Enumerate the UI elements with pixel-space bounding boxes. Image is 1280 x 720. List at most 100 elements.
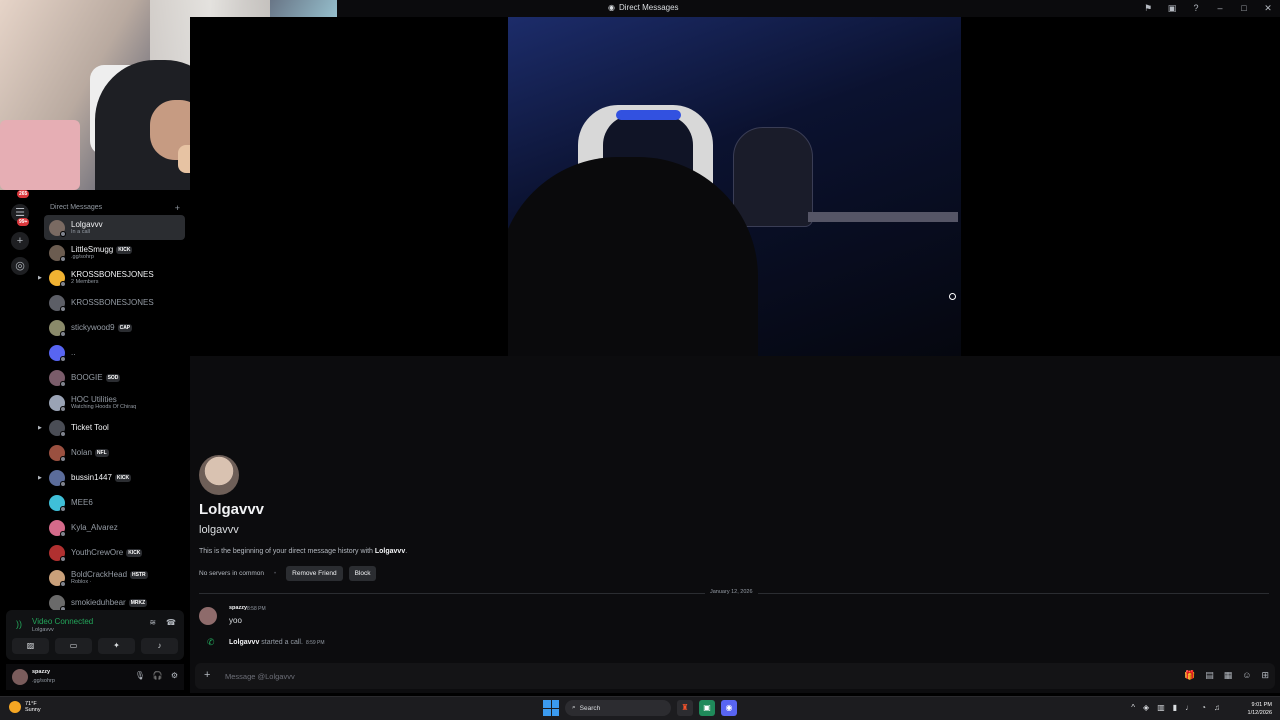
brave-browser-icon[interactable]: ♜ <box>677 700 693 716</box>
dm-avatar <box>49 444 66 462</box>
dm-subtext: .gg/sohrp <box>71 254 94 260</box>
gift-icon[interactable]: 🎁 <box>1184 670 1195 681</box>
dm-list-item[interactable]: ▶ KROSSBONESJONES 2 Members <box>38 265 185 290</box>
dm-avatar <box>49 494 66 512</box>
remote-video-feed[interactable] <box>508 17 961 356</box>
tray-app-icon[interactable]: ◈ <box>1143 703 1149 712</box>
video-shelf <box>808 212 958 222</box>
dm-text: bussin1447 KICK <box>71 473 132 482</box>
dm-name-row: smokieduhbear MRKZ <box>71 598 148 607</box>
disconnect-icon[interactable]: ☎ <box>166 618 176 627</box>
dm-name: stickywood9 <box>71 323 115 332</box>
dm-list-item[interactable]: .. <box>44 340 185 365</box>
soundboard-icon[interactable]: ♪ <box>141 638 178 654</box>
share-screen-icon[interactable]: ▭ <box>55 638 92 654</box>
dm-name: YouthCrewOre <box>71 548 124 557</box>
rail-badge-second: 99+ <box>17 218 30 226</box>
attach-plus-icon[interactable]: + <box>204 669 210 681</box>
dm-name: .. <box>71 348 76 357</box>
discord-taskbar-icon[interactable]: ◉ <box>721 700 737 716</box>
dm-list-item[interactable]: BOOGIE SOD <box>44 365 185 390</box>
taskbar-clock[interactable]: 9:01 PM 1/12/2026 <box>1248 701 1272 717</box>
dm-text: BoldCrackHead HSTR Roblox · <box>71 570 148 585</box>
profile-avatar[interactable] <box>199 455 239 495</box>
dm-name: Nolan <box>71 448 92 457</box>
maximize-icon[interactable]: □ <box>1238 2 1250 14</box>
system-tray: ^ ◈ ▥ ▮ ♩ ◔ ♫ <box>1131 703 1220 712</box>
screen-share-icon[interactable]: ▣ <box>1166 2 1178 14</box>
tray-chevron-icon[interactable]: ^ <box>1131 703 1135 712</box>
noise-suppression-icon[interactable]: ≋ <box>149 618 156 627</box>
call-text: Lolgavvv started a call. 8:59 PM <box>229 639 325 646</box>
block-button[interactable]: Block <box>348 566 377 581</box>
message-input[interactable] <box>225 669 1125 683</box>
dm-name-row: BOOGIE SOD <box>71 373 121 382</box>
remove-friend-button[interactable]: Remove Friend <box>286 566 343 581</box>
dm-header-label: Direct Messages <box>50 204 103 211</box>
mutual-servers[interactable]: No servers in common <box>199 570 264 577</box>
title-bar-controls: ⚑ ▣ ? – □ ✕ <box>1142 2 1274 14</box>
dm-subtext: 2 Members <box>71 279 99 285</box>
tray-wifi-icon[interactable]: ◔ <box>1201 703 1206 712</box>
intro-name: Lolgavvv <box>374 548 406 555</box>
search-label: Search <box>579 704 601 712</box>
tray-mic-icon[interactable]: ♩ <box>1185 703 1193 712</box>
dm-list-item[interactable]: Lolgavvv In a call <box>44 215 185 240</box>
dm-text: Kyla_Alvarez <box>71 523 118 532</box>
add-server-icon[interactable]: + <box>11 232 29 250</box>
status-dot <box>60 355 66 362</box>
taskbar-search[interactable]: ⌕ Search <box>565 700 671 716</box>
gif-icon[interactable]: ▤ <box>1205 670 1214 681</box>
spreadsheet-app-icon[interactable]: ▣ <box>699 700 715 716</box>
dm-guild-tag: KICK <box>116 245 133 254</box>
camera-off-icon[interactable]: ▨ <box>12 638 49 654</box>
dm-name-row: .. <box>71 348 75 357</box>
tray-network-icon[interactable]: ▥ <box>1157 703 1165 712</box>
message-author[interactable]: spazzy <box>229 605 247 611</box>
dm-guild-tag: NFL <box>94 448 109 457</box>
dm-list-item[interactable]: LittleSmugg KICK .gg/sohrp <box>44 240 185 265</box>
windows-taskbar: 71°F Sunny ⌕ Search ♜ ▣ ◉ ^ ◈ ▥ ▮ ♩ ◔ ♫ … <box>0 696 1280 720</box>
dm-list-item[interactable]: BoldCrackHead HSTR Roblox · <box>44 565 185 590</box>
dm-avatar <box>49 394 66 412</box>
voice-channel[interactable]: Lolgavvv <box>32 627 54 633</box>
help-icon[interactable]: ? <box>1190 2 1202 14</box>
sticker-icon[interactable]: ▦ <box>1224 670 1233 681</box>
emoji-icon[interactable]: ☺ <box>1242 670 1251 681</box>
dm-list-item[interactable]: KROSSBONESJONES <box>44 290 185 315</box>
microphone-icon[interactable]: 🎙 <box>135 671 145 680</box>
minimize-icon[interactable]: – <box>1214 2 1226 14</box>
call-author[interactable]: Lolgavvv <box>229 639 259 646</box>
apps-icon[interactable]: ⊞ <box>1261 670 1269 681</box>
dm-list-item[interactable]: YouthCrewOre KICK <box>44 540 185 565</box>
discover-icon[interactable]: ◎ <box>11 257 29 275</box>
dm-list-item[interactable]: Kyla_Alvarez <box>44 515 185 540</box>
dm-list-item[interactable]: HOC Utilities Watching Hoods Of Chiraq <box>44 390 185 415</box>
discord-icon: ◉ <box>608 3 615 12</box>
user-status: .gg/sohrp <box>32 678 55 684</box>
flag-icon[interactable]: ⚑ <box>1142 2 1154 14</box>
dm-name-row: LittleSmugg KICK <box>71 245 133 254</box>
composer-actions: 🎁 ▤ ▦ ☺ ⊞ <box>1184 670 1269 681</box>
activities-icon[interactable]: ✦ <box>98 638 135 654</box>
user-avatar[interactable] <box>12 669 28 685</box>
close-icon[interactable]: ✕ <box>1262 2 1274 14</box>
dm-name-row: KROSSBONESJONES <box>71 298 154 307</box>
dm-avatar <box>49 544 66 562</box>
dm-list-item[interactable]: ▶ bussin1447 KICK <box>38 465 185 490</box>
tray-volume-icon[interactable]: ♫ <box>1214 703 1220 712</box>
dm-list-item[interactable]: stickywood9 CAP <box>44 315 185 340</box>
message-avatar[interactable] <box>199 607 217 625</box>
tray-battery-icon[interactable]: ▮ <box>1173 703 1177 712</box>
dm-list-item[interactable]: MEE6 <box>44 490 185 515</box>
headphones-icon[interactable]: 🎧 <box>153 671 163 680</box>
create-dm-icon[interactable]: + <box>175 203 180 213</box>
dm-list-item[interactable]: ▶ Ticket Tool <box>38 415 185 440</box>
settings-gear-icon[interactable]: ⚙ <box>171 671 178 680</box>
dm-list-item[interactable]: Nolan NFL <box>44 440 185 465</box>
weather-widget[interactable]: 71°F Sunny <box>9 701 41 713</box>
weather-text: 71°F Sunny <box>25 701 41 713</box>
profile-display-name: Lolgavvv <box>199 501 265 518</box>
windows-start-icon[interactable] <box>543 700 559 716</box>
window-title-text: Direct Messages <box>618 3 679 12</box>
